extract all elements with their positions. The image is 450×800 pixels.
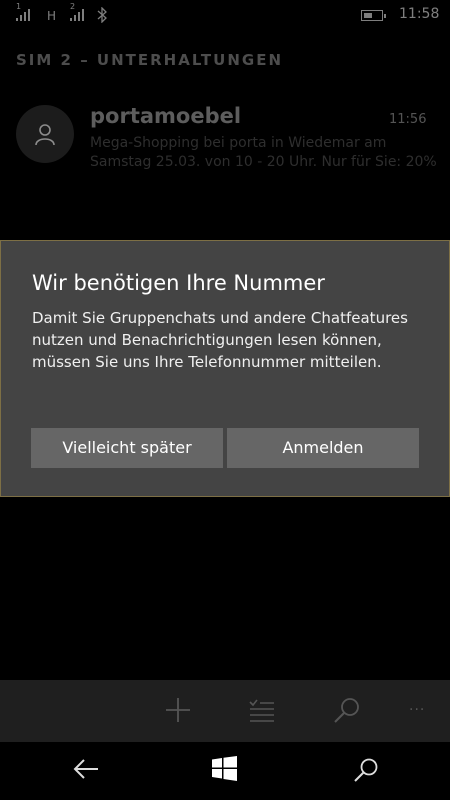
phone-number-dialog: Wir benötigen Ihre Nummer Damit Sie Grup… [0,240,450,497]
sign-in-button[interactable]: Anmelden [227,428,419,468]
search-icon[interactable] [353,757,379,783]
more-icon[interactable]: ··· [409,702,425,718]
search-icon[interactable] [333,696,361,724]
back-icon[interactable] [72,757,100,781]
select-icon[interactable] [248,696,276,724]
navigation-bar [0,742,450,800]
add-icon[interactable] [164,696,192,724]
dialog-message: Damit Sie Gruppenchats und andere Chatfe… [32,309,408,371]
app-bar: ··· [0,680,450,742]
dialog-title: Wir benötigen Ihre Nummer [32,271,325,295]
windows-icon[interactable] [212,756,237,781]
later-button[interactable]: Vielleicht später [31,428,223,468]
